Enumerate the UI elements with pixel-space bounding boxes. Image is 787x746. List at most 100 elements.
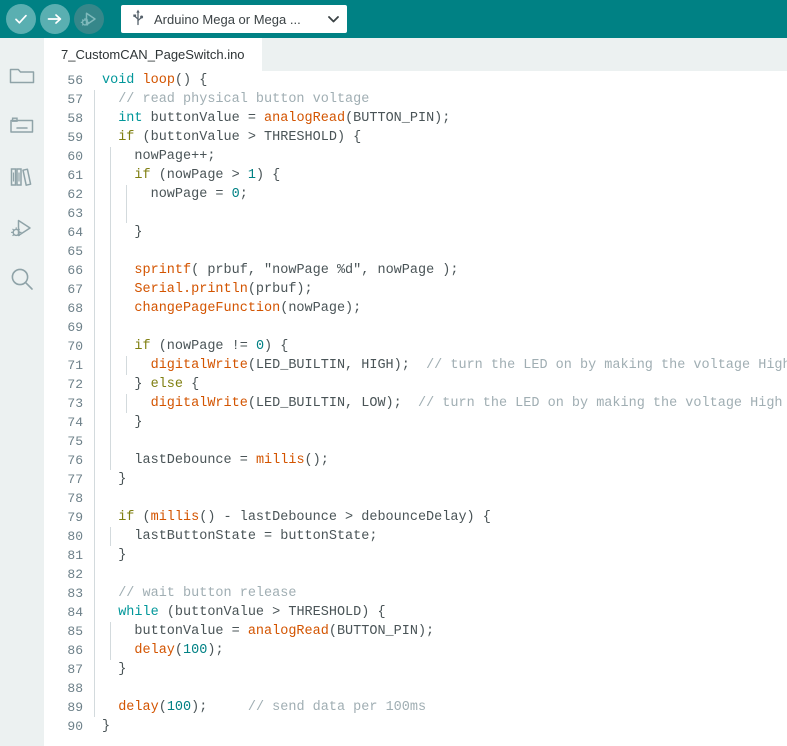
indent-guide xyxy=(110,318,112,337)
code-token: loop xyxy=(142,73,175,88)
debug-button[interactable] xyxy=(74,4,104,34)
indent-guide xyxy=(110,641,112,660)
line-number: 62 xyxy=(67,187,83,202)
line-number: 85 xyxy=(67,624,83,639)
code-line[interactable]: 84 while (buttonValue > THRESHOLD) { xyxy=(44,603,787,622)
indent-guide xyxy=(110,299,112,318)
code-token: sprintf xyxy=(134,263,192,278)
line-number: 86 xyxy=(67,643,83,658)
code-line[interactable]: 57 // read physical button voltage xyxy=(44,90,787,109)
code-token: buttonValue = xyxy=(142,111,265,126)
code-token: 0 xyxy=(255,339,265,354)
code-text: Serial.println(prbuf); xyxy=(92,280,787,299)
indent-guide xyxy=(94,413,95,432)
arrow-right-circle-icon xyxy=(44,8,66,30)
code-token: // read physical button voltage xyxy=(118,92,370,107)
code-token: 100 xyxy=(183,643,208,658)
code-line[interactable]: 90} xyxy=(44,717,787,736)
code-text: lastButtonState = buttonState; xyxy=(92,527,787,546)
code-line[interactable]: 63 xyxy=(44,204,787,223)
indent-guide xyxy=(94,166,95,185)
code-token: else xyxy=(150,377,184,392)
sidebar-item-search[interactable] xyxy=(0,256,44,307)
code-token: // wait button release xyxy=(118,586,297,601)
code-line[interactable]: 88 xyxy=(44,679,787,698)
code-text: delay(100); // send data per 100ms xyxy=(92,698,787,717)
code-line[interactable]: 70 if (nowPage != 0) { xyxy=(44,337,787,356)
sidebar-item-sketchbook[interactable] xyxy=(0,52,44,103)
code-line[interactable]: 83 // wait button release xyxy=(44,584,787,603)
code-line[interactable]: 76 lastDebounce = millis(); xyxy=(44,451,787,470)
indent-guide xyxy=(110,261,112,280)
code-token: (buttonValue > THRESHOLD) { xyxy=(134,130,362,145)
code-token: 100 xyxy=(166,700,192,715)
code-line[interactable]: 77 } xyxy=(44,470,787,489)
indent-guide xyxy=(94,546,95,565)
code-line[interactable]: 89 delay(100); // send data per 100ms xyxy=(44,698,787,717)
code-line[interactable]: 82 xyxy=(44,565,787,584)
indent-guide xyxy=(94,375,95,394)
indent-guide xyxy=(94,451,95,470)
code-line[interactable]: 72 } else { xyxy=(44,375,787,394)
indent-guide xyxy=(94,622,95,641)
sidebar-item-boards-manager[interactable] xyxy=(0,103,44,154)
board-selector-dropdown[interactable]: Arduino Mega or Mega ... xyxy=(121,5,347,33)
activity-bar xyxy=(0,38,44,746)
code-line[interactable]: 78 xyxy=(44,489,787,508)
code-line[interactable]: 60 nowPage++; xyxy=(44,147,787,166)
code-line[interactable]: 56 void loop() { xyxy=(44,71,787,90)
indent-guide xyxy=(94,470,95,489)
code-line[interactable]: 74 } xyxy=(44,413,787,432)
code-line[interactable]: 75 xyxy=(44,432,787,451)
code-line[interactable]: 62 nowPage = 0; xyxy=(44,185,787,204)
indent-guide xyxy=(94,299,95,318)
indent-guide xyxy=(94,204,95,223)
code-line[interactable]: 86 delay(100); xyxy=(44,641,787,660)
code-line[interactable]: 80 lastButtonState = buttonState; xyxy=(44,527,787,546)
code-line[interactable]: 81 } xyxy=(44,546,787,565)
indent-guide xyxy=(110,204,112,223)
code-line[interactable]: 85 buttonValue = analogRead(BUTTON_PIN); xyxy=(44,622,787,641)
tab-7-customcan-pageswitch-ino[interactable]: 7_CustomCAN_PageSwitch.ino xyxy=(44,38,262,71)
code-token: lastDebounce = xyxy=(102,453,256,468)
code-text: int buttonValue = analogRead(BUTTON_PIN)… xyxy=(92,109,787,128)
code-line[interactable]: 87 } xyxy=(44,660,787,679)
code-editor[interactable]: 56 void loop() {57 // read physical butto… xyxy=(44,71,787,746)
code-token: millis xyxy=(150,510,200,525)
upload-button[interactable] xyxy=(40,4,70,34)
code-line[interactable]: 68 changePageFunction(nowPage); xyxy=(44,299,787,318)
verify-button[interactable] xyxy=(6,4,36,34)
code-token: } xyxy=(102,662,127,677)
code-token: // send data per 100ms xyxy=(247,700,427,715)
line-number: 78 xyxy=(67,491,83,506)
code-line[interactable]: 67 Serial.println(prbuf); xyxy=(44,280,787,299)
code-text: delay(100); xyxy=(92,641,787,660)
sidebar-item-library-manager[interactable] xyxy=(0,154,44,205)
code-line[interactable]: 64 } xyxy=(44,223,787,242)
sidebar-item-debug[interactable] xyxy=(0,205,44,256)
code-line[interactable]: 66 sprintf( prbuf, "nowPage %d", nowPage… xyxy=(44,261,787,280)
board-selector-label: Arduino Mega or Mega ... xyxy=(154,11,301,27)
code-line[interactable]: 65 xyxy=(44,242,787,261)
indent-guide xyxy=(94,679,95,698)
code-line[interactable]: 79 if (millis() - lastDebounce > debounc… xyxy=(44,508,787,527)
chevron-down-icon xyxy=(328,10,339,28)
code-line[interactable]: 58 int buttonValue = analogRead(BUTTON_P… xyxy=(44,109,787,128)
code-line[interactable]: 59 if (buttonValue > THRESHOLD) { xyxy=(44,128,787,147)
code-text: nowPage++; xyxy=(92,147,787,166)
line-number: 60 xyxy=(67,149,83,164)
code-line[interactable]: 61 if (nowPage > 1) { xyxy=(44,166,787,185)
code-text: } xyxy=(92,223,787,242)
search-icon xyxy=(9,266,35,297)
code-line[interactable]: 73 digitalWrite(LED_BUILTIN, LOW); // tu… xyxy=(44,394,787,413)
code-line[interactable]: 69 xyxy=(44,318,787,337)
code-line[interactable]: 71 digitalWrite(LED_BUILTIN, HIGH); // t… xyxy=(44,356,787,375)
code-text: void loop() { xyxy=(92,71,787,90)
debug-play-icon xyxy=(78,8,100,30)
